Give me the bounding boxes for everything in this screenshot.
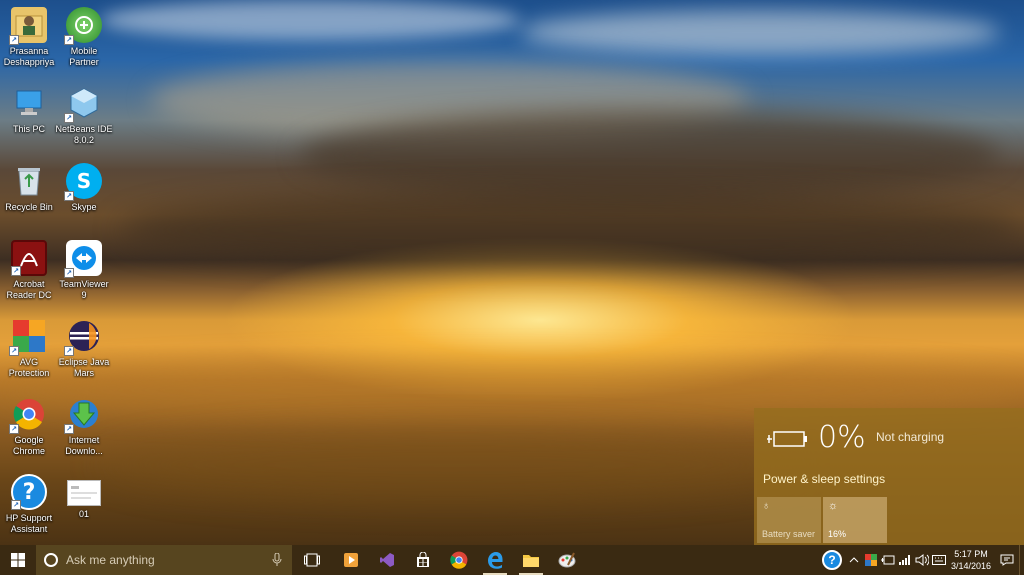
desktop-icon-hp-support[interactable]: ? ↗ HP Support Assistant [0, 474, 58, 535]
desktop-icon-recycle-bin[interactable]: Recycle Bin [0, 163, 58, 213]
desktop-icon-eclipse[interactable]: ↗ Eclipse Java Mars [55, 318, 113, 379]
chrome-icon [450, 551, 468, 569]
desktop-icon-prasanna[interactable]: ↗ Prasanna Deshappriya [0, 7, 58, 68]
document-icon [67, 480, 101, 506]
tray-battery[interactable] [879, 545, 896, 575]
taskbar-chrome[interactable] [441, 545, 477, 575]
desktop-icon-label: Mobile Partner [69, 46, 99, 67]
signal-bars-icon [898, 555, 910, 565]
desktop-icon-label: HP Support Assistant [5, 513, 53, 534]
desktop-icon-label: Acrobat Reader DC [6, 279, 52, 300]
taskbar-visual-studio[interactable] [369, 545, 405, 575]
visual-studio-icon [380, 553, 394, 567]
taskbar-file-explorer[interactable] [513, 545, 549, 575]
chrome-icon: ↗ [9, 396, 47, 434]
desktop-icon-this-pc[interactable]: This PC [0, 85, 58, 135]
tray-hp-support[interactable]: ? [819, 545, 845, 575]
recycle-bin-icon [11, 163, 47, 199]
brightness-tile[interactable]: ☼ 16% [823, 497, 887, 543]
microphone-icon[interactable] [272, 553, 282, 567]
speaker-icon [915, 554, 929, 566]
show-desktop-button[interactable] [1019, 545, 1024, 575]
edge-icon [488, 552, 503, 569]
file-explorer-icon [523, 555, 539, 567]
tray-volume[interactable] [913, 545, 930, 575]
desktop-icon-document-01[interactable]: 01 [55, 474, 113, 520]
battery-saver-label: Battery saver [762, 529, 816, 539]
start-button[interactable] [0, 545, 36, 575]
task-view-button[interactable] [294, 545, 330, 575]
keyboard-icon [931, 555, 946, 565]
power-sleep-settings-link[interactable]: Power & sleep settings [763, 472, 885, 486]
tray-ime[interactable] [930, 545, 947, 575]
computer-icon [11, 85, 47, 121]
desktop-icon-label: NetBeans IDE 8.0.2 [55, 124, 113, 145]
paint-icon [558, 552, 576, 568]
show-hidden-icons-button[interactable] [845, 545, 862, 575]
taskbar-store[interactable] [405, 545, 441, 575]
teamviewer-icon: ↗ [64, 240, 102, 278]
taskbar-clock[interactable]: 5:17 PM 3/14/2016 [947, 545, 995, 575]
desktop-icon-label: AVG Protection [8, 357, 50, 378]
avg-icon: ↗ [9, 318, 47, 356]
battery-icon [766, 429, 808, 454]
desktop-icon-label: Recycle Bin [5, 202, 53, 212]
battery-flyout: 0% Not charging Power & sleep settings ♁… [754, 408, 1024, 545]
taskbar: Ask me anything ? 5:17 PM 3/14/2016 [0, 545, 1024, 575]
clock-date: 3/14/2016 [950, 561, 992, 571]
brightness-value: 16% [828, 529, 847, 539]
hp-support-icon: ? ↗ [11, 474, 47, 510]
system-tray: ? 5:17 PM 3/14/2016 [819, 545, 1024, 575]
desktop-icon-label: Prasanna Deshappriya [3, 46, 55, 67]
mobile-partner-icon: ↗ [64, 7, 102, 45]
internet-download-manager-icon: ↗ [64, 396, 102, 434]
action-center-button[interactable] [995, 545, 1019, 575]
taskbar-media-player[interactable] [333, 545, 369, 575]
charging-status: Not charging [876, 430, 945, 444]
desktop-icon-label: Eclipse Java Mars [58, 357, 110, 378]
desktop-icon-label: Skype [71, 202, 97, 212]
netbeans-icon: ↗ [64, 85, 102, 123]
eclipse-icon: ↗ [64, 318, 102, 356]
desktop-icon-netbeans[interactable]: ↗ NetBeans IDE 8.0.2 [55, 85, 113, 146]
desktop-icon-label: Internet Downlo... [65, 435, 103, 456]
tray-network[interactable] [896, 545, 913, 575]
desktop-icon-teamviewer[interactable]: ↗ TeamViewer 9 [55, 240, 113, 301]
acrobat-icon: ↗ [11, 240, 47, 276]
taskbar-edge[interactable] [477, 545, 513, 575]
desktop-icon-label: Google Chrome [12, 435, 45, 456]
cortana-icon [44, 553, 58, 567]
search-placeholder: Ask me anything [66, 553, 155, 567]
taskbar-paint[interactable] [549, 545, 585, 575]
desktop-icon-chrome[interactable]: ↗ Google Chrome [0, 396, 58, 457]
help-icon: ? [822, 550, 842, 570]
battery-saver-icon: ♁ [762, 500, 771, 512]
battery-saver-tile[interactable]: ♁ Battery saver [757, 497, 821, 543]
desktop-icon-label: This PC [12, 124, 45, 134]
windows-logo-icon [11, 553, 25, 567]
desktop-icon-mobile-partner[interactable]: ↗ Mobile Partner [55, 7, 113, 68]
desktop-icon-avg[interactable]: ↗ AVG Protection [0, 318, 58, 379]
desktop-icon-acrobat[interactable]: ↗ Acrobat Reader DC [0, 240, 58, 301]
battery-percentage: 0% [818, 420, 866, 455]
tray-app-icon[interactable] [862, 545, 879, 575]
battery-tray-icon [880, 555, 894, 565]
desktop-icon-skype[interactable]: S ↗ Skype [55, 163, 113, 213]
user-folder-icon: ↗ [9, 7, 47, 45]
colorful-app-icon [864, 554, 877, 566]
brightness-icon: ☼ [828, 500, 839, 512]
notification-icon [1000, 554, 1014, 566]
skype-icon: S ↗ [64, 163, 102, 201]
chevron-up-icon [849, 557, 858, 563]
store-icon [417, 552, 429, 567]
media-player-icon [344, 553, 358, 567]
desktop-icon-label: TeamViewer 9 [59, 279, 109, 300]
desktop-icon-label: 01 [78, 509, 89, 519]
cortana-search-box[interactable]: Ask me anything [36, 545, 292, 575]
task-view-icon [304, 553, 320, 567]
desktop-icon-idm[interactable]: ↗ Internet Downlo... [55, 396, 113, 457]
clock-time: 5:17 PM [954, 549, 988, 559]
